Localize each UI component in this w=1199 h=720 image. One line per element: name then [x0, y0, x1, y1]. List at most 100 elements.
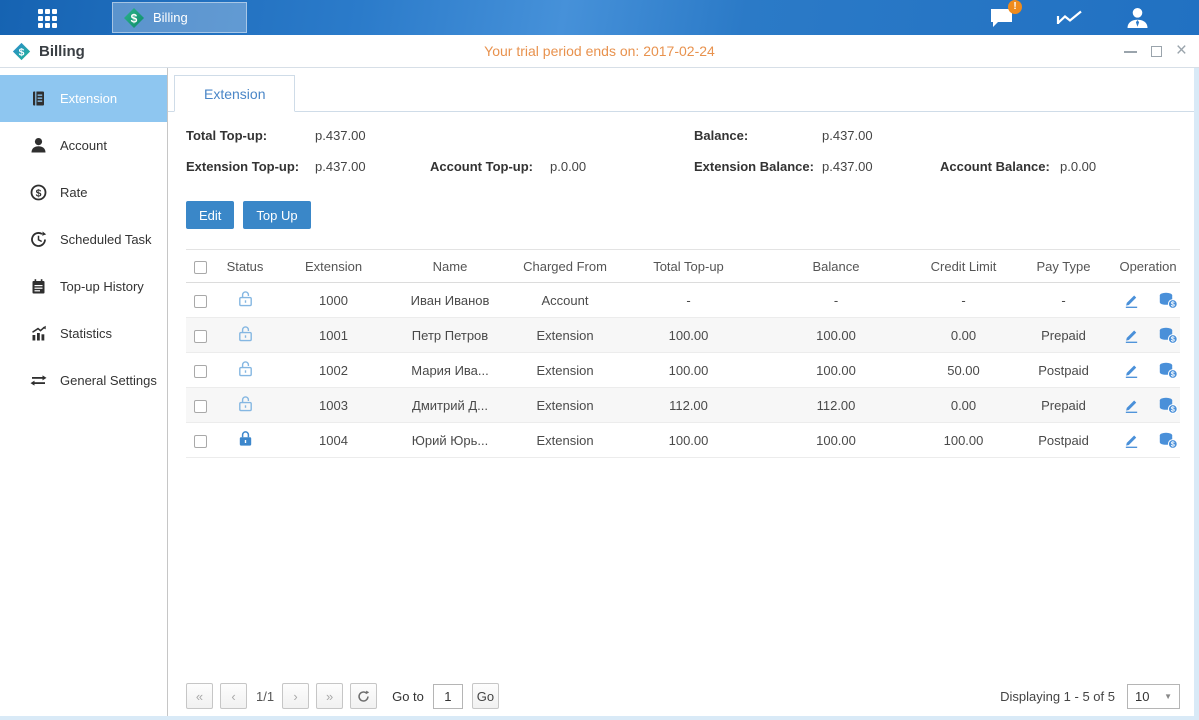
maximize-button[interactable]	[1151, 46, 1162, 57]
edit-row-icon[interactable]	[1123, 362, 1140, 379]
lock-open-icon	[238, 325, 253, 342]
table-header-row: Status Extension Name Charged From Total…	[186, 250, 1180, 283]
goto-page-input[interactable]	[433, 684, 463, 709]
col-operation: Operation	[1116, 250, 1180, 283]
top-up-row-icon[interactable]: $	[1158, 397, 1178, 414]
edit-button[interactable]: Edit	[186, 201, 234, 229]
sidebar-item-label: Extension	[60, 91, 117, 106]
sidebar-item-statistics[interactable]: Statistics	[0, 310, 167, 357]
col-balance: Balance	[756, 250, 916, 283]
col-credit-limit: Credit Limit	[916, 250, 1011, 283]
top-up-row-icon[interactable]: $	[1158, 292, 1178, 309]
trial-notice: Your trial period ends on: 2017-02-24	[0, 43, 1199, 59]
table-row: 1004 Юрий Юрь... Extension 100.00 100.00…	[186, 423, 1180, 458]
select-all-checkbox[interactable]	[194, 261, 207, 274]
col-pay-type: Pay Type	[1011, 250, 1116, 283]
sidebar-item-extension[interactable]: Extension	[0, 75, 167, 122]
billing-window-icon: $	[12, 42, 31, 61]
edit-row-icon[interactable]	[1123, 397, 1140, 414]
balance-summary: Total Top-up: p.437.00 Balance: p.437.00…	[186, 128, 1180, 190]
top-up-row-icon[interactable]: $	[1158, 362, 1178, 379]
app-body: Extension Account $ Rate Scheduled Task	[0, 68, 1194, 716]
billing-app-icon: $	[123, 7, 145, 29]
svg-text:$: $	[36, 187, 42, 199]
account-icon	[30, 137, 47, 154]
sidebar-item-account[interactable]: Account	[0, 122, 167, 169]
page-size-select[interactable]: 10 ▼	[1127, 684, 1180, 709]
notification-badge: !	[1008, 0, 1022, 14]
svg-text:$: $	[1170, 441, 1174, 448]
edit-row-icon[interactable]	[1123, 432, 1140, 449]
minimize-button[interactable]	[1124, 50, 1137, 53]
row-checkbox[interactable]	[194, 365, 207, 378]
user-account-icon[interactable]	[1123, 6, 1151, 30]
prev-page-button[interactable]: ‹	[220, 683, 247, 709]
svg-text:$: $	[1170, 336, 1174, 343]
go-button[interactable]: Go	[472, 683, 499, 709]
pagination-bar: « ‹ 1/1 › » Go to Go Displaying 1 - 5 of…	[186, 683, 1180, 709]
sidebar-item-general-settings[interactable]: General Settings	[0, 357, 167, 404]
top-up-button[interactable]: Top Up	[243, 201, 310, 229]
edit-row-icon[interactable]	[1123, 292, 1140, 309]
row-checkbox[interactable]	[194, 435, 207, 448]
extensions-table: Status Extension Name Charged From Total…	[186, 249, 1180, 458]
svg-text:$: $	[1170, 406, 1174, 413]
reports-chart-icon[interactable]	[1055, 6, 1083, 30]
row-checkbox[interactable]	[194, 400, 207, 413]
account-balance-value: p.0.00	[1060, 159, 1096, 174]
sidebar-item-label: General Settings	[60, 373, 157, 388]
row-checkbox[interactable]	[194, 330, 207, 343]
account-topup-value: p.0.00	[550, 159, 586, 174]
chevron-down-icon: ▼	[1164, 692, 1172, 701]
col-name: Name	[391, 250, 509, 283]
next-page-button[interactable]: ›	[282, 683, 309, 709]
table-row: 1000 Иван Иванов Account - - - -	[186, 283, 1180, 318]
extension-balance-label: Extension Balance:	[694, 159, 814, 174]
sidebar-item-scheduled-task[interactable]: Scheduled Task	[0, 216, 167, 263]
svg-text:$: $	[1170, 371, 1174, 378]
rate-icon: $	[30, 184, 47, 201]
taskbar-tab-billing[interactable]: $ Billing	[112, 2, 247, 33]
col-total-topup: Total Top-up	[621, 250, 756, 283]
close-button[interactable]: ×	[1176, 44, 1187, 58]
tab-extension[interactable]: Extension	[174, 75, 295, 112]
extension-topup-value: p.437.00	[315, 159, 366, 174]
first-page-button[interactable]: «	[186, 683, 213, 709]
table-row: 1001 Петр Петров Extension 100.00 100.00…	[186, 318, 1180, 353]
action-buttons: Edit Top Up	[186, 201, 1194, 229]
sidebar-item-label: Top-up History	[60, 279, 144, 294]
sidebar-item-rate[interactable]: $ Rate	[0, 169, 167, 216]
displaying-count: Displaying 1 - 5 of 5	[1000, 689, 1115, 704]
top-up-row-icon[interactable]: $	[1158, 327, 1178, 344]
row-checkbox[interactable]	[194, 295, 207, 308]
table-row: 1002 Мария Ива... Extension 100.00 100.0…	[186, 353, 1180, 388]
statistics-icon	[30, 325, 47, 342]
col-charged-from: Charged From	[509, 250, 621, 283]
sidebar-item-topup-history[interactable]: Top-up History	[0, 263, 167, 310]
app-grid-icon[interactable]	[38, 9, 68, 26]
refresh-button[interactable]	[350, 683, 377, 709]
lock-open-icon	[238, 395, 253, 412]
sidebar-item-label: Scheduled Task	[60, 232, 152, 247]
taskbar-tab-label: Billing	[153, 10, 188, 25]
lock-open-icon	[238, 290, 253, 307]
last-page-button[interactable]: »	[316, 683, 343, 709]
top-up-row-icon[interactable]: $	[1158, 432, 1178, 449]
col-status: Status	[214, 250, 276, 283]
sidebar-item-label: Account	[60, 138, 107, 153]
goto-label: Go to	[392, 689, 424, 704]
window-title: Billing	[39, 43, 85, 60]
extension-icon	[30, 90, 47, 107]
general-settings-icon	[30, 372, 47, 389]
total-topup-label: Total Top-up:	[186, 128, 267, 143]
svg-text:$: $	[131, 11, 138, 25]
page-size-value: 10	[1135, 689, 1149, 704]
sidebar-item-label: Statistics	[60, 326, 112, 341]
taskbar: $ Billing !	[0, 0, 1199, 35]
svg-text:$: $	[1170, 301, 1174, 308]
balance-value: p.437.00	[822, 128, 873, 143]
edit-row-icon[interactable]	[1123, 327, 1140, 344]
col-extension: Extension	[276, 250, 391, 283]
messages-icon[interactable]: !	[987, 6, 1015, 30]
svg-text:$: $	[19, 47, 25, 58]
